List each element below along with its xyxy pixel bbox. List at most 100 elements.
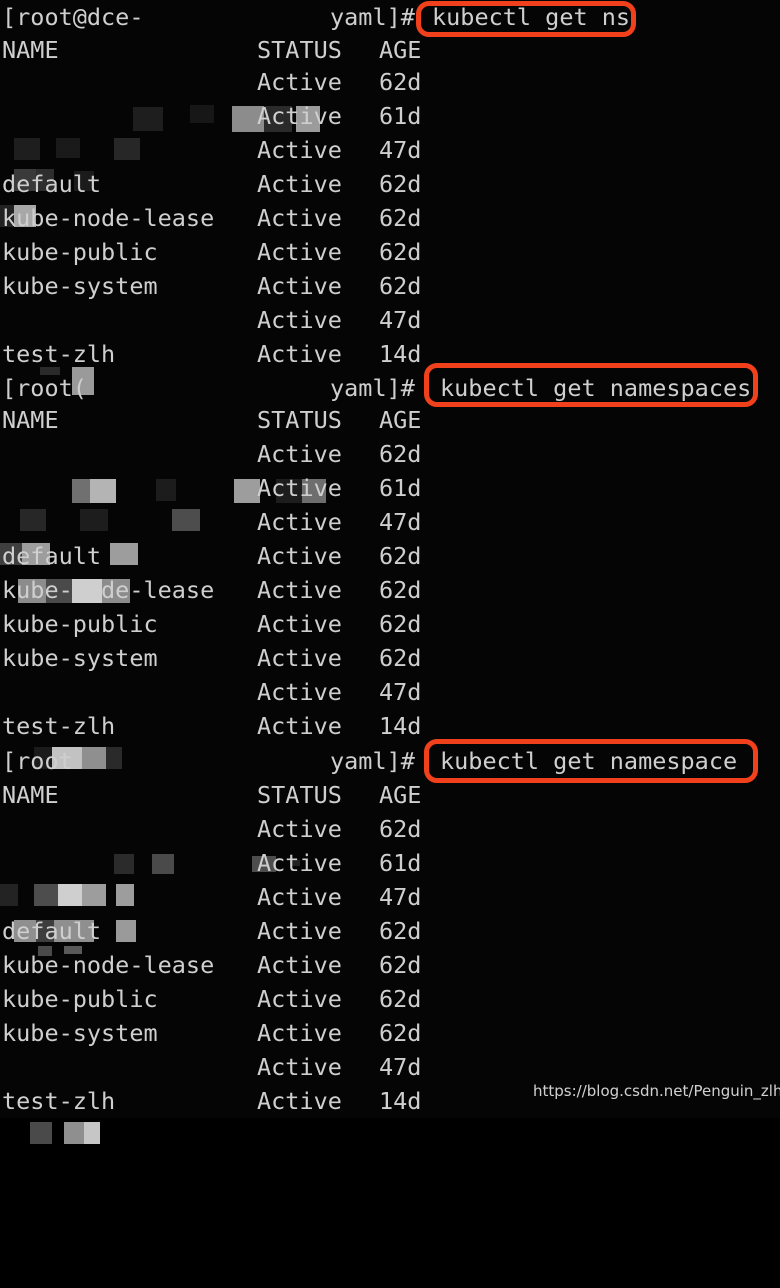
namespace-age: 62d [379,985,422,1013]
prompt-path-end-3: yaml]# [330,747,415,775]
namespace-status: Active [257,815,342,843]
namespace-name: kube-system [2,644,158,672]
command-highlight-box-3 [424,739,758,783]
table-row: Active 61d [0,99,780,191]
namespace-status: Active [257,542,342,570]
namespace-status: Active [257,272,342,300]
table-row: Active 47d [0,675,780,769]
namespace-age: 62d [379,917,422,945]
table-header-3: NAME STATUS AGE [0,778,780,812]
namespace-name: kube-system [2,1019,158,1047]
table-row: default Active 62d [0,167,780,201]
table-row: Active 47d [0,303,780,395]
namespace-status: Active [257,170,342,198]
prompt-path-end-1: yaml]# [330,3,415,31]
namespace-status: Active [257,678,342,706]
command-highlight-box-1 [416,1,636,37]
table-row: Active 47d [0,133,780,227]
table-row: default Active 62d [0,914,780,948]
table-row: kube-node-lease Active 62d [0,573,780,607]
namespace-name: test-zlh [2,340,116,368]
namespace-age: 62d [379,272,422,300]
terminal-window: [root@dce- yaml]# kubectl get ns NAME ST… [0,0,780,1144]
table-row: Active 47d [0,505,780,603]
table-row: kube-node-lease Active 62d [0,201,780,235]
prompt-user-host-1: [root@dce- [2,3,144,31]
header-name-3: NAME [2,781,59,809]
namespace-age: 62d [379,576,422,604]
prompt-user-host-3: [root [2,747,73,775]
namespace-status: Active [257,849,342,877]
table-row: kube-public Active 62d [0,607,780,641]
namespace-age: 47d [379,508,422,536]
header-age-3: AGE [379,781,422,809]
namespace-age: 62d [379,542,422,570]
namespace-status: Active [257,508,342,536]
table-row: kube-public Active 62d [0,235,780,269]
table-row: default Active 62d [0,539,780,573]
prompt-path-end-2: yaml]# [330,374,415,402]
table-row: kube-system Active 62d [0,1016,780,1050]
header-status-2: STATUS [257,406,342,434]
header-status-3: STATUS [257,781,342,809]
namespace-status: Active [257,238,342,266]
header-age-2: AGE [379,406,422,434]
namespace-status: Active [257,917,342,945]
namespace-status: Active [257,1019,342,1047]
namespace-age: 62d [379,951,422,979]
namespace-age: 47d [379,678,422,706]
namespace-name: kube-public [2,610,158,638]
namespace-status: Active [257,474,342,502]
namespace-name: default [2,917,102,945]
namespace-age: 62d [379,68,422,96]
namespace-age: 61d [379,102,422,130]
table-row: kube-system Active 62d [0,269,780,303]
namespace-status: Active [257,985,342,1013]
namespace-age: 61d [379,849,422,877]
namespace-age: 62d [379,610,422,638]
namespace-name: test-zlh [2,1087,116,1115]
namespace-status: Active [257,204,342,232]
prompt-line-1: [root@dce- yaml]# kubectl get ns [0,0,780,132]
table-row: kube-system Active 62d [0,641,780,675]
command-highlight-box-2 [424,363,758,407]
namespace-status: Active [257,883,342,911]
table-row: Active 61d [0,471,780,565]
namespace-status: Active [257,610,342,638]
table-row: Active 62d [0,65,780,160]
table-row: kube-public Active 62d [0,982,780,1016]
namespace-age: 61d [379,474,422,502]
table-row: Active 47d [0,880,780,956]
table-row: Active 47d [0,1050,780,1144]
namespace-status: Active [257,1087,342,1115]
namespace-age: 62d [379,204,422,232]
namespace-status: Active [257,102,342,130]
namespace-age: 62d [379,170,422,198]
namespace-status: Active [257,951,342,979]
table-row: Active 62d [0,812,780,906]
header-name-2: NAME [2,406,59,434]
namespace-age: 47d [379,306,422,334]
header-status-1: STATUS [257,36,342,64]
table-row: kube-node-lease Active 62d [0,948,780,982]
namespace-status: Active [257,644,342,672]
header-age-1: AGE [379,36,422,64]
namespace-age: 47d [379,136,422,164]
namespace-name: default [2,170,102,198]
namespace-status: Active [257,576,342,604]
namespace-age: 47d [379,1053,422,1081]
table-header-1: NAME STATUS AGE [0,33,780,67]
header-name-1: NAME [2,36,59,64]
watermark-url: https://blog.csdn.net/Penguin_zlh [533,1082,780,1100]
namespace-name: test-zlh [2,712,116,740]
namespace-status: Active [257,136,342,164]
namespace-name: kube-public [2,985,158,1013]
namespace-age: 14d [379,712,422,740]
namespace-age: 62d [379,440,422,468]
namespace-name: kube-public [2,238,158,266]
namespace-age: 62d [379,644,422,672]
namespace-status: Active [257,306,342,334]
namespace-status: Active [257,340,342,368]
namespace-name: kube-system [2,272,158,300]
namespace-name: kube-node-lease [2,576,215,604]
